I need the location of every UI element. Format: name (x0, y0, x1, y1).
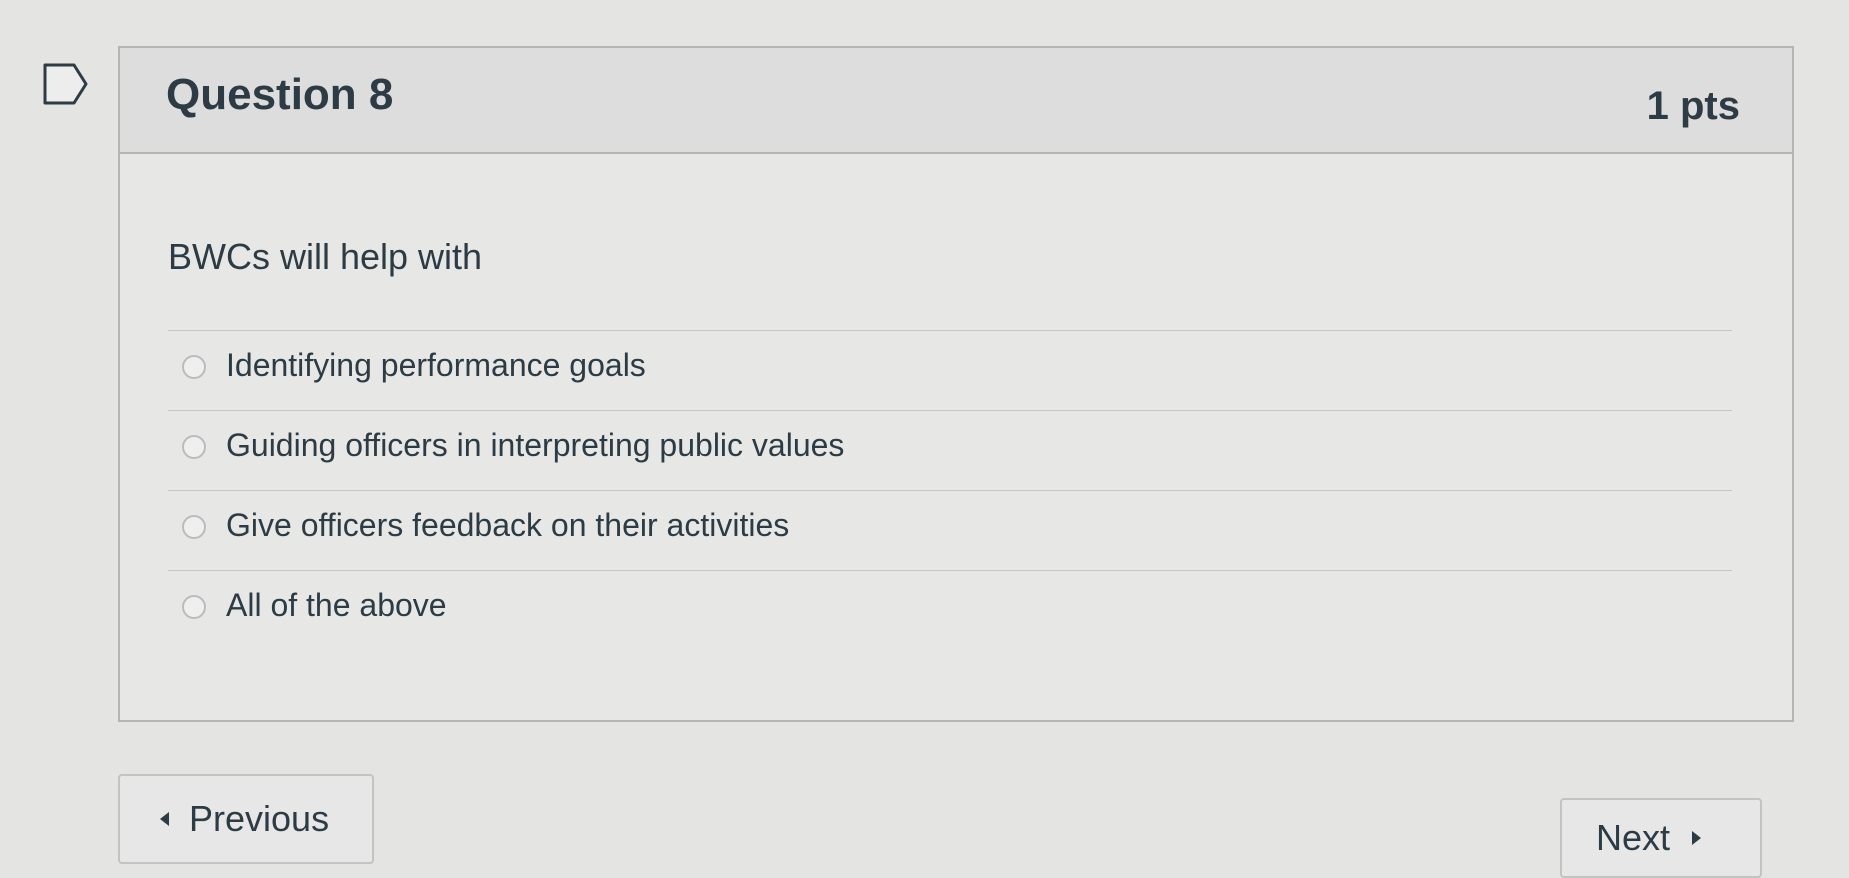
previous-button[interactable]: Previous (118, 774, 374, 864)
caret-right-icon (1692, 831, 1702, 845)
next-button[interactable]: Next (1560, 798, 1762, 878)
radio-button[interactable] (182, 435, 206, 459)
answer-label[interactable]: Identifying performance goals (226, 347, 646, 384)
question-points: 1 pts (1646, 84, 1740, 128)
answer-option[interactable]: Identifying performance goals (168, 330, 1732, 410)
radio-button[interactable] (182, 595, 206, 619)
answer-option[interactable]: All of the above (168, 570, 1732, 650)
answer-label[interactable]: Give officers feedback on their activiti… (226, 507, 789, 544)
question-text: BWCs will help with (168, 236, 483, 277)
question-card: Question 8 1 pts BWCs will help with Ide… (118, 46, 1794, 722)
answer-label[interactable]: Guiding officers in interpreting public … (226, 427, 844, 464)
question-header: Question 8 1 pts (120, 48, 1792, 154)
answer-option[interactable]: Guiding officers in interpreting public … (168, 410, 1732, 490)
caret-left-icon (160, 812, 169, 826)
answer-label[interactable]: All of the above (226, 587, 447, 624)
question-title: Question 8 (166, 70, 394, 119)
answer-option[interactable]: Give officers feedback on their activiti… (168, 490, 1732, 570)
bookmark-flag-icon[interactable] (42, 62, 90, 106)
radio-button[interactable] (182, 515, 206, 539)
next-button-label: Next (1596, 817, 1671, 858)
radio-button[interactable] (182, 355, 206, 379)
answer-list: Identifying performance goals Guiding of… (168, 330, 1732, 650)
previous-button-label: Previous (189, 798, 330, 839)
